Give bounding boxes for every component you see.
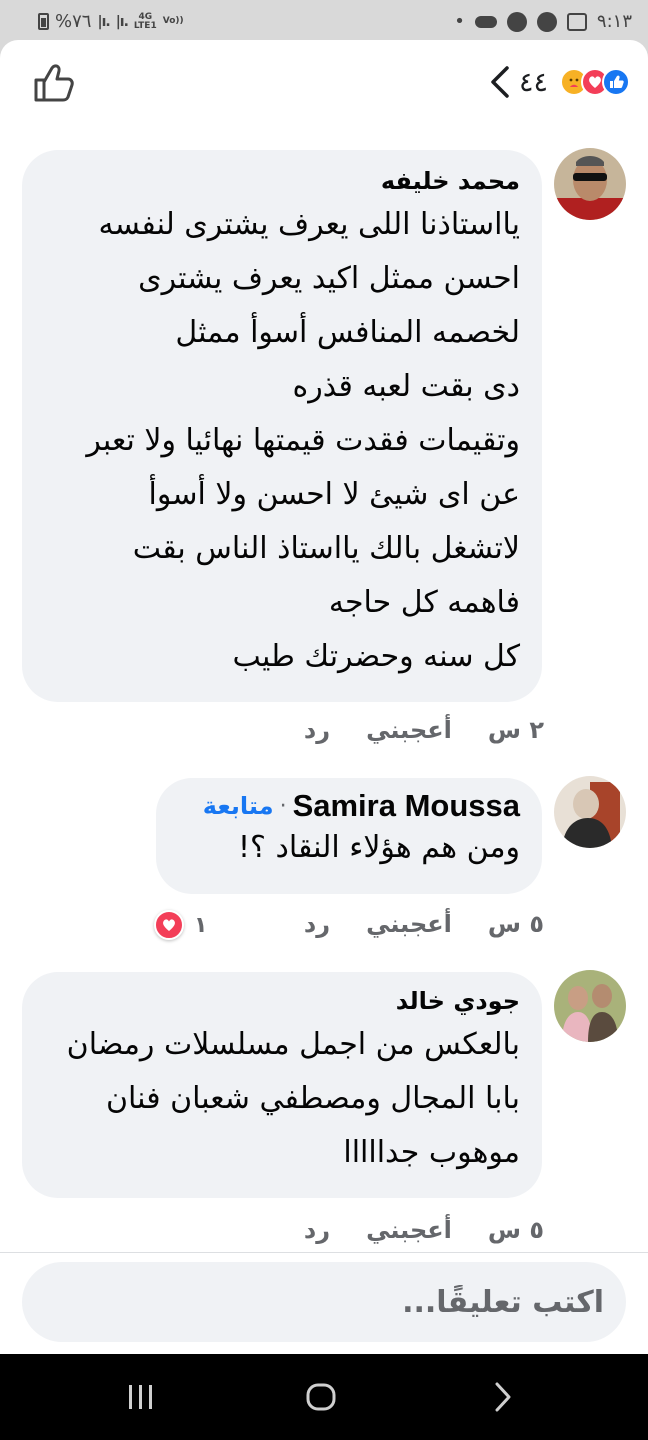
like-comment-button[interactable]: أعجبني [366, 910, 452, 938]
like-comment-button[interactable]: أعجبني [366, 1216, 452, 1244]
comment-reactions[interactable]: ١ [154, 910, 207, 940]
reply-button[interactable]: رد [304, 1216, 330, 1244]
comment-bubble[interactable]: Samira Moussa · متابعة ومن هم هؤلاء النق… [156, 778, 542, 894]
comment-header: Samira Moussa · متابعة [178, 788, 520, 824]
reply-button[interactable]: رد [304, 910, 330, 938]
battery-level: %٧٦ [55, 11, 92, 32]
signal-icon: |ı. [97, 13, 110, 30]
avatar-image [554, 776, 626, 848]
gallery-icon [566, 12, 587, 31]
comments-sheet: ٤٤ محمد خليفه يااستاذنا اللى يعرف يشترى … [0, 40, 648, 1354]
avatar-image [554, 970, 626, 1042]
comment-time[interactable]: ٥ س [488, 910, 544, 938]
comment-text: ومن هم هؤلاء النقاد ؟! [237, 830, 520, 865]
avatar[interactable] [554, 148, 626, 220]
thumbs-up-icon [34, 64, 74, 102]
comment-text: بالعكس من اجمل مسلسلات رمضان بابا المجال… [66, 1027, 520, 1170]
love-reaction-icon [154, 910, 184, 940]
back-chevron-icon [495, 1382, 511, 1412]
status-bar: %٧٦ |ı. |ı. 4G LTE1 Vo)) • ٩:١٣ [0, 0, 648, 44]
comment-actions: ٢ س أعجبني رد [304, 716, 544, 744]
like-reaction-icon [602, 68, 630, 96]
home-button[interactable] [296, 1372, 346, 1422]
status-left: %٧٦ |ı. |ı. 4G LTE1 Vo)) [38, 11, 184, 32]
reaction-count: ١ [194, 912, 208, 938]
reply-button[interactable]: رد [304, 716, 330, 744]
follow-button[interactable]: متابعة [203, 792, 274, 820]
avatar[interactable] [554, 776, 626, 848]
comment-bubble[interactable]: جودي خالد بالعكس من اجمل مسلسلات رمضان ب… [22, 972, 542, 1198]
home-icon [306, 1383, 336, 1411]
comment-author[interactable]: Samira Moussa [293, 788, 520, 824]
reaction-summary[interactable]: ٤٤ [487, 64, 630, 100]
reaction-icons [560, 68, 630, 96]
comment-author[interactable]: محمد خليفه [44, 164, 520, 198]
comment-time[interactable]: ٢ س [488, 716, 544, 744]
reaction-count: ٤٤ [518, 66, 548, 98]
network-type: 4G LTE1 [133, 12, 157, 31]
avatar-image [554, 148, 626, 220]
clock: ٩:١٣ [596, 11, 632, 32]
comment-bubble[interactable]: محمد خليفه يااستاذنا اللى يعرف يشترى لنف… [22, 150, 542, 702]
app-icon [536, 11, 557, 32]
more-dot-icon: • [454, 11, 465, 32]
avatar[interactable] [554, 970, 626, 1042]
status-right: • ٩:١٣ [454, 11, 632, 32]
recent-apps-button[interactable] [116, 1372, 166, 1422]
comment-input[interactable] [22, 1262, 626, 1342]
comment-actions: ٥ س أعجبني رد [304, 910, 544, 938]
separator-dot: · [279, 793, 287, 819]
system-navbar [0, 1354, 648, 1440]
comment-actions: ٥ س أعجبني رد [304, 1216, 544, 1244]
comment-author[interactable]: جودي خالد [44, 984, 520, 1018]
network-type-bottom: LTE1 [133, 20, 157, 31]
like-post-button[interactable] [32, 62, 76, 104]
battery-icon [38, 13, 49, 30]
comment-text: يااستاذنا اللى يعرف يشترى لنفسه احسن ممث… [86, 207, 520, 674]
like-comment-button[interactable]: أعجبني [366, 716, 452, 744]
signal-icon-2: |ı. [115, 13, 129, 30]
comment-time[interactable]: ٥ س [488, 1216, 544, 1244]
divider [0, 1252, 648, 1253]
volte-label: Vo)) [162, 16, 184, 26]
back-button[interactable] [478, 1372, 528, 1422]
comment-composer[interactable] [22, 1262, 626, 1342]
sheet-header: ٤٤ [0, 40, 648, 126]
recent-apps-icon [129, 1385, 152, 1409]
cloud-icon [474, 15, 497, 28]
chevron-left-icon[interactable] [487, 64, 513, 100]
ball-icon [506, 11, 527, 32]
